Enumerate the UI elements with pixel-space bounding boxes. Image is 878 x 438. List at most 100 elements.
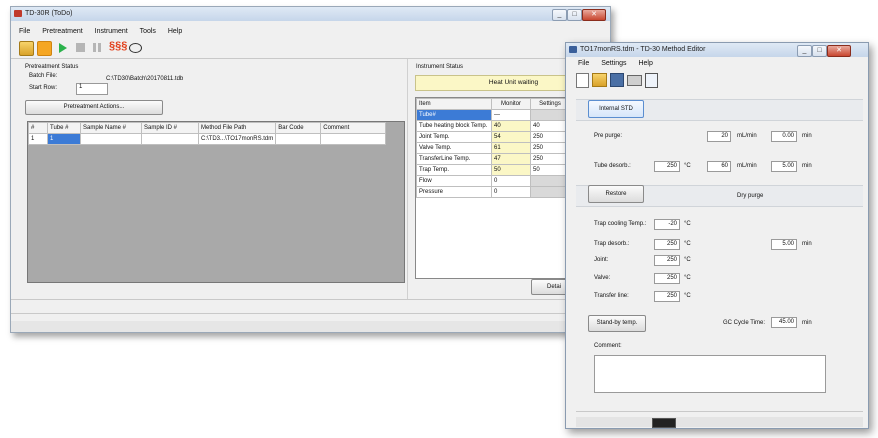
table-row[interactable]: 1 1 C:\TD3...\TO17monRS.tdm — [28, 133, 386, 145]
cell[interactable]: 54 — [491, 131, 531, 143]
cell[interactable] — [320, 133, 386, 145]
new-document-icon[interactable] — [576, 73, 589, 88]
tube-desorb-time-input[interactable]: 5.00 — [771, 161, 797, 172]
cell[interactable]: Tube# — [416, 109, 492, 121]
cell[interactable]: 0 — [491, 186, 531, 198]
cell[interactable]: 1 — [28, 133, 48, 145]
transfer-line-input[interactable]: 250 — [654, 291, 680, 302]
cell[interactable]: Valve Temp. — [416, 142, 492, 154]
col-header[interactable]: Bar Code — [275, 122, 322, 134]
eye-icon[interactable] — [129, 43, 142, 53]
maximize-button[interactable]: □ — [567, 9, 582, 21]
editor-close-button[interactable]: ✕ — [827, 45, 851, 57]
close-button[interactable]: ✕ — [582, 9, 606, 21]
cell[interactable]: 250 — [530, 153, 570, 165]
tube-desorb-flow-input[interactable]: 60 — [707, 161, 731, 172]
internal-std-button[interactable]: Internal STD — [588, 100, 644, 118]
start-row-input[interactable]: 1 — [76, 83, 108, 95]
cell[interactable]: TransferLine Temp. — [416, 153, 492, 165]
cell[interactable]: 40 — [491, 120, 531, 132]
editor-menu-help[interactable]: Help — [638, 60, 652, 67]
pre-purge-time-input[interactable]: 0.00 — [771, 131, 797, 142]
editor-tab-icon[interactable] — [652, 418, 676, 428]
col-header[interactable]: Sample ID # — [141, 122, 199, 134]
tube-desorb-temp-input[interactable]: 250 — [654, 161, 680, 172]
stop-icon[interactable] — [76, 43, 85, 52]
menu-file[interactable]: File — [19, 28, 30, 35]
cell[interactable]: Tube heating block Temp. — [416, 120, 492, 132]
editor-minimize-button[interactable]: _ — [797, 45, 812, 57]
cell[interactable] — [530, 175, 570, 187]
pause-icon[interactable] — [93, 43, 102, 52]
editor-menu-file[interactable]: File — [578, 60, 589, 67]
play-icon[interactable] — [59, 43, 67, 53]
col-header[interactable]: Monitor — [491, 98, 531, 110]
cell[interactable]: 50 — [491, 164, 531, 176]
start-row-label: Start Row: — [29, 85, 58, 91]
heat-icon[interactable]: §§§ — [109, 40, 127, 52]
save-icon[interactable] — [610, 73, 624, 87]
main-toolbar: §§§ — [19, 40, 159, 56]
cell[interactable]: Flow — [416, 175, 492, 187]
editor-toolbar — [576, 72, 666, 88]
menu-instrument[interactable]: Instrument — [95, 28, 128, 35]
print-icon[interactable] — [627, 75, 642, 86]
col-header[interactable]: Comment — [320, 122, 386, 134]
minimize-button[interactable]: _ — [552, 9, 567, 21]
pre-purge-label: Pre purge: — [594, 133, 623, 139]
cell[interactable]: 61 — [491, 142, 531, 154]
col-header[interactable]: Method File Path — [197, 122, 277, 134]
editor-menu-settings[interactable]: Settings — [601, 60, 626, 67]
trap-cooling-input[interactable]: -20 — [654, 219, 680, 230]
cell[interactable]: 0 — [491, 175, 531, 187]
col-header[interactable]: Sample Name # — [80, 122, 142, 134]
tube-desorb-time-unit: min — [802, 163, 812, 169]
cell[interactable] — [80, 133, 142, 145]
col-header[interactable]: Tube # — [47, 122, 81, 134]
cell[interactable] — [141, 133, 199, 145]
pre-purge-flow-input[interactable]: 20 — [707, 131, 731, 142]
cell[interactable]: 250 — [530, 142, 570, 154]
cell[interactable]: Trap Temp. — [416, 164, 492, 176]
cell[interactable]: Pressure — [416, 186, 492, 198]
cell[interactable]: 1 — [47, 133, 81, 145]
col-header[interactable]: Settings — [530, 98, 570, 110]
cell[interactable]: — — [491, 109, 531, 121]
comment-label: Comment: — [594, 343, 622, 349]
cell[interactable] — [530, 186, 570, 198]
orange-square-icon[interactable] — [37, 41, 52, 56]
cell[interactable]: 40 — [530, 120, 570, 132]
gc-cycle-input[interactable]: 45.00 — [771, 317, 797, 328]
valve-label: Valve: — [594, 275, 611, 281]
restore-button[interactable]: Restore — [588, 185, 644, 203]
joint-input[interactable]: 250 — [654, 255, 680, 266]
cell[interactable] — [275, 133, 322, 145]
menu-pretreatment[interactable]: Pretreatment — [42, 28, 82, 35]
pretreatment-actions-button[interactable]: Pretreatment Actions... — [25, 100, 163, 115]
editor-title-bar[interactable]: TO17monRS.tdm - TD-30 Method Editor _ □ … — [566, 43, 868, 57]
col-header[interactable]: Item — [416, 98, 492, 110]
menu-help[interactable]: Help — [168, 28, 182, 35]
valve-input[interactable]: 250 — [654, 273, 680, 284]
cell[interactable] — [530, 109, 570, 121]
standby-temp-button[interactable]: Stand-by temp. — [588, 315, 646, 332]
open-folder-icon[interactable] — [19, 41, 34, 56]
cell[interactable]: 250 — [530, 131, 570, 143]
dry-purge-label: Dry purge — [737, 193, 764, 199]
open-folder-icon[interactable] — [592, 73, 607, 87]
trap-desorb-input[interactable]: 250 — [654, 239, 680, 250]
cell[interactable]: C:\TD3...\TO17monRS.tdm — [197, 133, 277, 145]
cell[interactable]: Joint Temp. — [416, 131, 492, 143]
cell[interactable]: 47 — [491, 153, 531, 165]
menu-tools[interactable]: Tools — [140, 28, 156, 35]
editor-maximize-button[interactable]: □ — [812, 45, 827, 57]
trap-desorb-time-input[interactable]: 5.00 — [771, 239, 797, 250]
main-title-bar[interactable]: TD-30R (ToDo) _ □ ✕ — [11, 7, 610, 21]
pretreatment-grid[interactable]: # Tube # Sample Name # Sample ID # Metho… — [27, 121, 405, 283]
trap-cooling-label: Trap cooling Temp.: — [594, 221, 647, 227]
col-header[interactable]: # — [28, 122, 48, 134]
main-window-title: TD-30R (ToDo) — [25, 10, 73, 17]
comment-textarea[interactable] — [594, 355, 826, 393]
preview-icon[interactable] — [645, 73, 658, 88]
cell[interactable]: 50 — [530, 164, 570, 176]
